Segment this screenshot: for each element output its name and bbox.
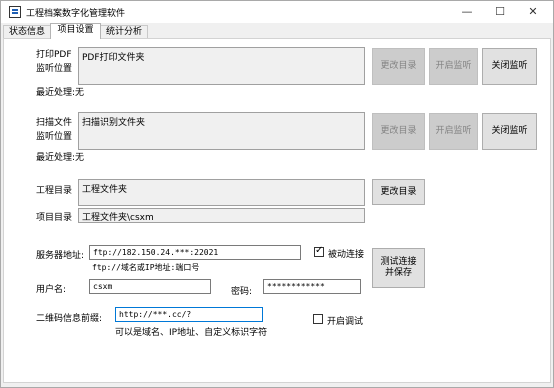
username-label: 用户名: [36, 285, 67, 295]
test-connection-button[interactable]: 测试连接 并保存 [372, 248, 425, 288]
close-icon[interactable]: ✕ [522, 4, 544, 20]
test-connection-label-line2: 并保存 [384, 268, 412, 278]
print-label-line2: 监听位置 [36, 64, 73, 74]
qr-prefix-hint: 可以是域名、IP地址、自定义标识字符 [115, 328, 268, 338]
item-dir-box: 工程文件夹\csxm [78, 208, 365, 223]
print-start-listen-button[interactable]: 开启监听 [429, 48, 478, 85]
tab-project-settings[interactable]: 项目设置 [50, 23, 101, 39]
password-label: 密码: [231, 287, 253, 297]
minimize-icon[interactable]: — [456, 4, 478, 20]
scan-start-listen-button[interactable]: 开启监听 [429, 113, 478, 150]
print-recent-label: 最近处理:无 [36, 88, 85, 98]
username-input[interactable]: csxm [89, 279, 211, 294]
project-settings-page: 打印PDF 监听位置 PDF打印文件夹 更改目录 开启监听 关闭监听 最近处理:… [3, 38, 551, 383]
scan-label-line2: 监听位置 [36, 132, 73, 142]
tab-status[interactable]: 状态信息 [3, 25, 51, 39]
qr-prefix-label: 二维码信息前缀: [36, 314, 103, 324]
project-dir-label: 工程目录 [36, 186, 73, 196]
password-input[interactable]: ************ [263, 279, 361, 294]
scan-recent-label: 最近处理:无 [36, 153, 85, 163]
server-address-input[interactable]: ftp://182.150.24.***:22021 [89, 245, 301, 260]
server-address-label: 服务器地址: [36, 251, 85, 261]
app-window: 工程档案数字化管理软件 — ☐ ✕ 状态信息 项目设置 统计分析 打印PDF 监… [0, 0, 554, 388]
maximize-icon[interactable]: ☐ [489, 4, 511, 20]
app-icon [9, 6, 21, 18]
project-dir-box: 工程文件夹 [78, 179, 365, 206]
tab-statistics[interactable]: 统计分析 [100, 25, 148, 39]
server-address-hint: ftp://域名或IP地址:端口号 [92, 263, 200, 272]
debug-checkbox[interactable] [313, 314, 323, 324]
item-dir-label: 项目目录 [36, 213, 73, 223]
print-stop-listen-button[interactable]: 关闭监听 [482, 48, 537, 85]
print-label-line1: 打印PDF [36, 50, 72, 60]
passive-connect-label: 被动连接 [328, 250, 365, 260]
scan-change-dir-button[interactable]: 更改目录 [372, 113, 425, 150]
scan-label-line1: 扫描文件 [36, 118, 73, 128]
print-folder-box: PDF打印文件夹 [78, 47, 365, 85]
passive-connect-checkbox[interactable] [314, 245, 324, 257]
qr-prefix-input[interactable]: http://***.cc/? [115, 307, 263, 322]
print-change-dir-button[interactable]: 更改目录 [372, 48, 425, 85]
scan-folder-box: 扫描识别文件夹 [78, 112, 365, 150]
window-title: 工程档案数字化管理软件 [26, 9, 126, 19]
debug-label: 开启调试 [327, 317, 364, 327]
test-connection-label-line1: 测试连接 [380, 257, 417, 267]
title-bar: 工程档案数字化管理软件 — ☐ ✕ [1, 1, 553, 23]
scan-stop-listen-button[interactable]: 关闭监听 [482, 113, 537, 150]
project-change-dir-button[interactable]: 更改目录 [372, 179, 425, 205]
